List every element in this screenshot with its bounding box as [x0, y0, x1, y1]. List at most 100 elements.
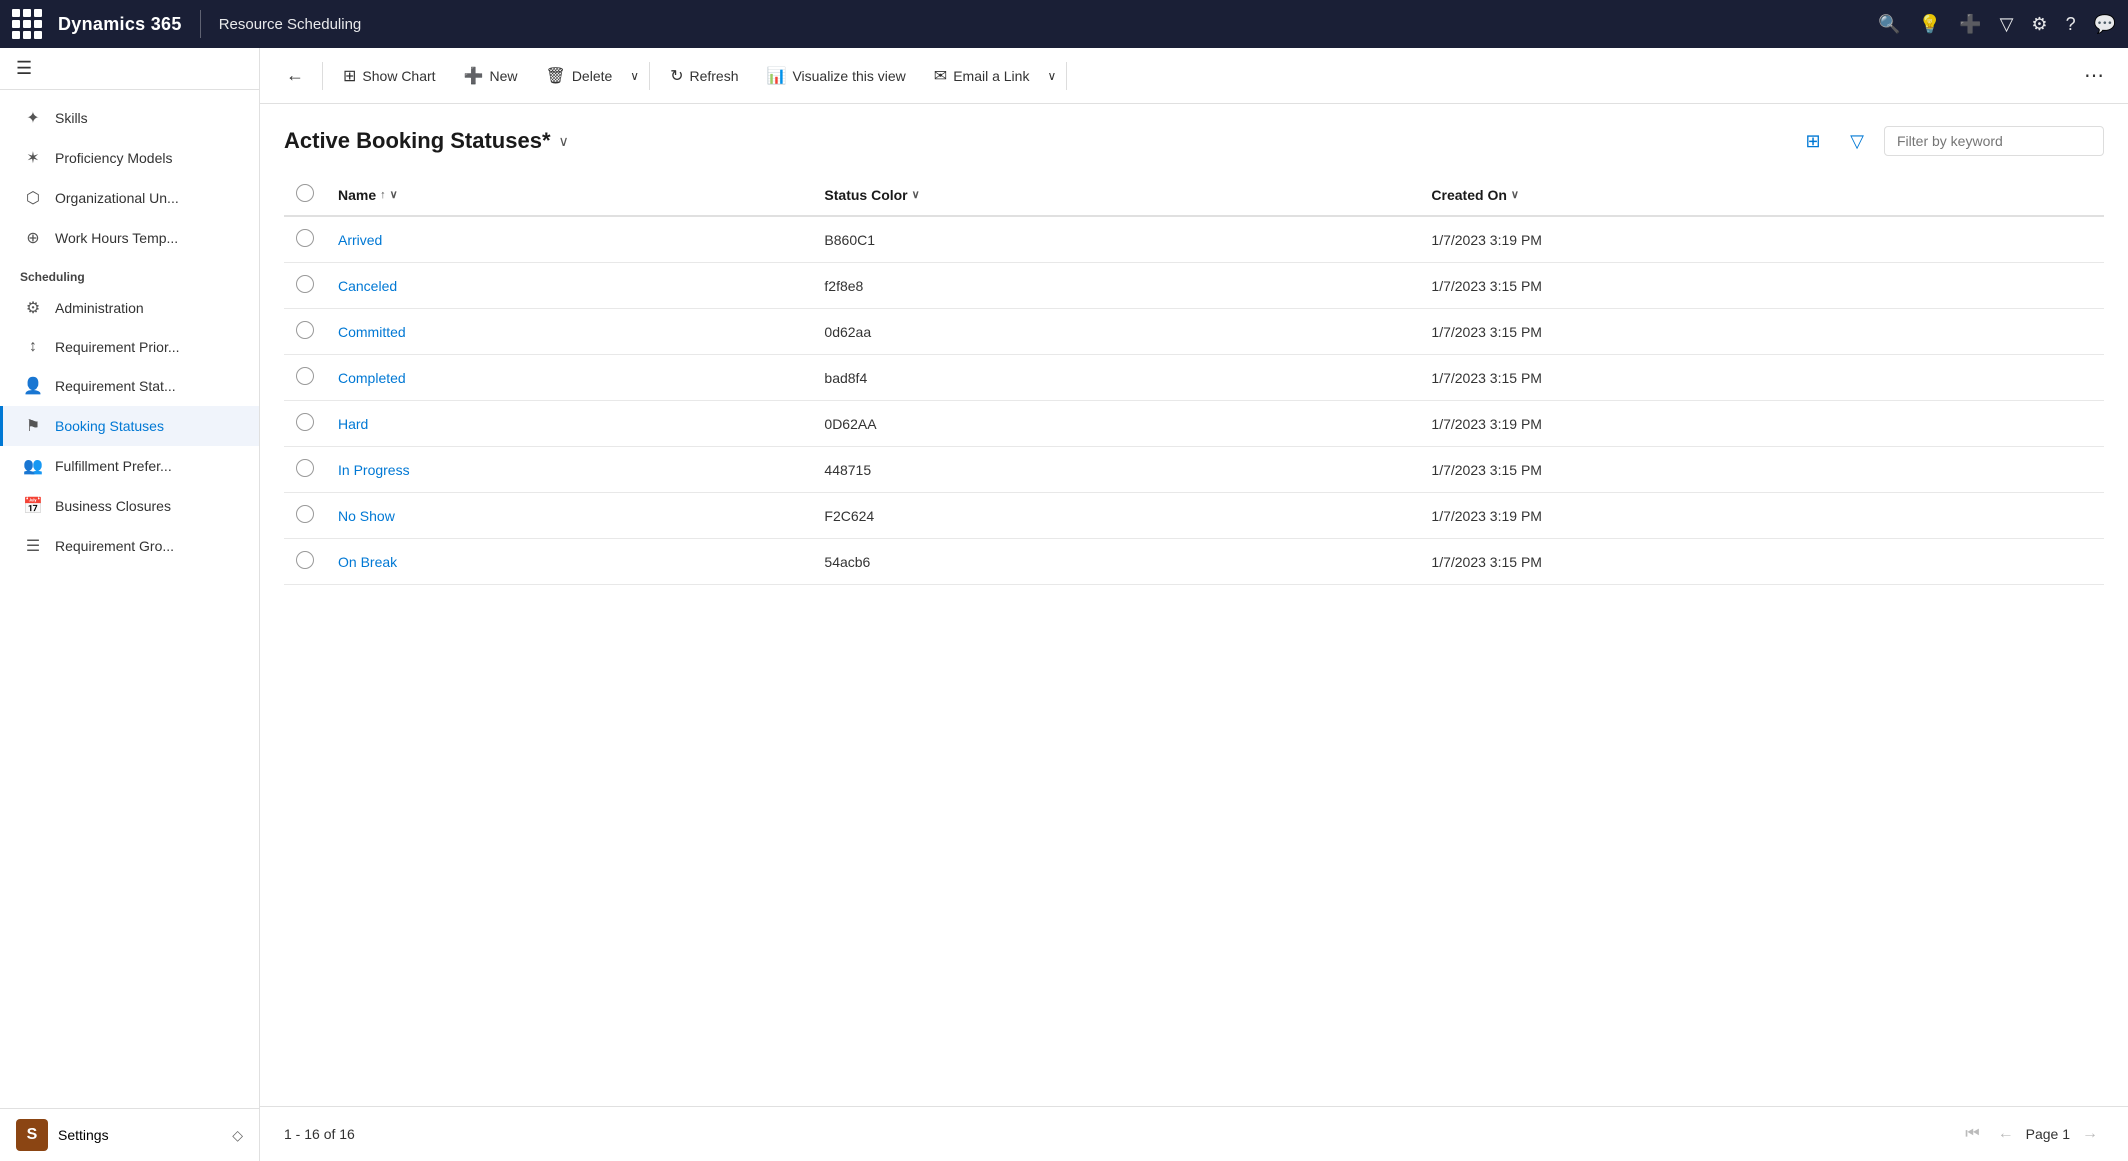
- sidebar-item-label-proficiency: Proficiency Models: [55, 150, 173, 166]
- status-sort-dropdown-icon[interactable]: ∨: [912, 188, 920, 201]
- sidebar-item-requirement-groups[interactable]: ☰ Requirement Gro...: [0, 526, 259, 566]
- row-checkbox[interactable]: [296, 551, 314, 569]
- delete-dropdown-button[interactable]: ∨: [628, 65, 641, 87]
- next-page-button[interactable]: →: [2076, 1121, 2104, 1147]
- row-checkbox[interactable]: [296, 321, 314, 339]
- name-sort-dropdown-icon[interactable]: ∨: [390, 188, 398, 201]
- visualize-button[interactable]: 📊 Visualize this view: [755, 60, 918, 92]
- more-button[interactable]: ⋯: [2076, 59, 2112, 92]
- chat-icon[interactable]: 💬: [2094, 14, 2116, 35]
- help-icon[interactable]: ?: [2066, 14, 2076, 35]
- view-filter-icon: ▽: [1850, 131, 1864, 152]
- row-name-cell: In Progress: [326, 447, 812, 493]
- add-icon[interactable]: ➕: [1959, 14, 1981, 35]
- sidebar-nav: ✦ Skills ✶ Proficiency Models ⬡ Organiza…: [0, 90, 259, 574]
- row-checkbox[interactable]: [296, 275, 314, 293]
- toolbar-separator-1: [322, 62, 323, 90]
- record-count: 1 - 16 of 16: [284, 1126, 355, 1142]
- sidebar-item-booking-statuses[interactable]: ⚑ Booking Statuses: [0, 406, 259, 446]
- app-name: Resource Scheduling: [219, 16, 362, 33]
- sidebar-item-administration[interactable]: ⚙ Administration: [0, 288, 259, 328]
- search-icon[interactable]: 🔍: [1878, 14, 1900, 35]
- row-checkbox[interactable]: [296, 459, 314, 477]
- row-name-link[interactable]: No Show: [338, 508, 395, 524]
- refresh-label: Refresh: [689, 68, 738, 84]
- sidebar-item-organizational-units[interactable]: ⬡ Organizational Un...: [0, 178, 259, 218]
- view-filter-button[interactable]: ▽: [1840, 124, 1874, 158]
- row-status-color-cell: 0d62aa: [812, 309, 1419, 355]
- back-button[interactable]: ←: [276, 59, 314, 92]
- sidebar-item-requirement-priorities[interactable]: ↕ Requirement Prior...: [0, 328, 259, 366]
- email-icon: ✉: [934, 66, 947, 86]
- sidebar-item-skills[interactable]: ✦ Skills: [0, 98, 259, 138]
- row-name-link[interactable]: Completed: [338, 370, 406, 386]
- col-header-status-color[interactable]: Status Color ∨: [812, 174, 1419, 216]
- prev-page-button[interactable]: ←: [1992, 1121, 2020, 1147]
- sidebar-item-fulfillment-preferences[interactable]: 👥 Fulfillment Prefer...: [0, 446, 259, 486]
- first-page-button[interactable]: ⏮: [1959, 1121, 1985, 1147]
- sidebar-item-work-hours[interactable]: ⊕ Work Hours Temp...: [0, 218, 259, 258]
- view-title-chevron[interactable]: ∨: [559, 133, 569, 150]
- email-label: Email a Link: [953, 68, 1029, 84]
- header-checkbox[interactable]: [296, 184, 314, 202]
- row-checkbox-cell: [284, 355, 326, 401]
- sidebar-item-proficiency-models[interactable]: ✶ Proficiency Models: [0, 138, 259, 178]
- lightbulb-icon[interactable]: 💡: [1919, 14, 1941, 35]
- table-footer: 1 - 16 of 16 ⏮ ← Page 1 →: [260, 1106, 2128, 1161]
- table-row: Committed0d62aa1/7/2023 3:15 PM: [284, 309, 2104, 355]
- fulfillment-icon: 👥: [23, 456, 43, 476]
- delete-icon: 🗑: [546, 66, 566, 86]
- row-name-link[interactable]: On Break: [338, 554, 397, 570]
- row-status-color-cell: B860C1: [812, 216, 1419, 263]
- sidebar-hamburger[interactable]: ☰: [16, 58, 32, 79]
- col-header-check[interactable]: [284, 174, 326, 216]
- show-chart-button[interactable]: ⊞ Show Chart: [331, 60, 448, 92]
- main-content: Active Booking Statuses* ∨ ⊞ ▽: [260, 104, 2128, 1106]
- sidebar-item-label-req-statuses: Requirement Stat...: [55, 378, 176, 394]
- row-name-link[interactable]: Committed: [338, 324, 406, 340]
- sidebar-bottom-label: Settings: [58, 1127, 109, 1143]
- settings-icon[interactable]: ⚙: [2031, 14, 2047, 35]
- sidebar-bottom[interactable]: S Settings ◇: [0, 1108, 259, 1161]
- new-button[interactable]: ➕ New: [452, 60, 530, 92]
- row-name-link[interactable]: Hard: [338, 416, 368, 432]
- email-link-button[interactable]: ✉ Email a Link: [922, 60, 1042, 92]
- skills-icon: ✦: [23, 108, 43, 128]
- sidebar-item-requirement-statuses[interactable]: 👤 Requirement Stat...: [0, 366, 259, 406]
- sidebar-item-label-admin: Administration: [55, 300, 144, 316]
- row-created-on-cell: 1/7/2023 3:19 PM: [1419, 216, 2104, 263]
- pagination: ⏮ ← Page 1 →: [1959, 1121, 2104, 1147]
- sidebar-item-label-skills: Skills: [55, 110, 88, 126]
- row-status-color-cell: f2f8e8: [812, 263, 1419, 309]
- created-sort-dropdown-icon[interactable]: ∨: [1511, 188, 1519, 201]
- email-dropdown-button[interactable]: ∨: [1045, 65, 1058, 87]
- row-checkbox[interactable]: [296, 413, 314, 431]
- app-grid-icon[interactable]: [12, 9, 42, 39]
- view-actions: ⊞ ▽: [1796, 124, 2104, 158]
- sidebar-item-label-work-hours: Work Hours Temp...: [55, 230, 178, 246]
- view-layout-button[interactable]: ⊞: [1796, 124, 1830, 158]
- row-name-link[interactable]: Arrived: [338, 232, 382, 248]
- table-row: Hard0D62AA1/7/2023 3:19 PM: [284, 401, 2104, 447]
- row-checkbox[interactable]: [296, 229, 314, 247]
- table-row: In Progress4487151/7/2023 3:15 PM: [284, 447, 2104, 493]
- settings-avatar: S: [16, 1119, 48, 1151]
- row-name-link[interactable]: Canceled: [338, 278, 397, 294]
- delete-button[interactable]: 🗑 Delete: [534, 60, 625, 92]
- row-checkbox-cell: [284, 401, 326, 447]
- keyword-filter-input[interactable]: [1884, 126, 2104, 156]
- row-name-cell: No Show: [326, 493, 812, 539]
- filter-icon[interactable]: ▽: [2000, 14, 2014, 35]
- col-status-color-label: Status Color: [824, 187, 907, 203]
- content-area: ← ⊞ Show Chart ➕ New 🗑 Delete ∨ ↻ Refres…: [260, 48, 2128, 1161]
- row-checkbox[interactable]: [296, 505, 314, 523]
- row-checkbox[interactable]: [296, 367, 314, 385]
- refresh-button[interactable]: ↻ Refresh: [658, 60, 750, 92]
- view-layout-icon: ⊞: [1805, 131, 1820, 152]
- sidebar-item-business-closures[interactable]: 📅 Business Closures: [0, 486, 259, 526]
- col-header-name[interactable]: Name ↑ ∨: [326, 174, 812, 216]
- main-layout: ☰ ✦ Skills ✶ Proficiency Models ⬡ Organi…: [0, 48, 2128, 1161]
- req-groups-icon: ☰: [23, 536, 43, 556]
- row-name-link[interactable]: In Progress: [338, 462, 410, 478]
- col-header-created-on[interactable]: Created On ∨: [1419, 174, 2104, 216]
